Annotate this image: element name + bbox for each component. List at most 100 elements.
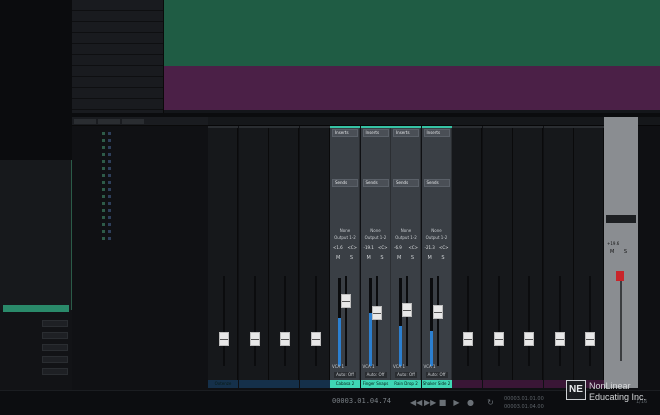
- track-enable-icon[interactable]: [108, 209, 111, 212]
- track-visible-icon[interactable]: [102, 237, 105, 240]
- channel-name[interactable]: Shaker Side 2: [421, 380, 452, 388]
- track-list-item[interactable]: [72, 221, 208, 228]
- output-select[interactable]: Output 1-2: [332, 235, 358, 241]
- track-header[interactable]: [72, 22, 163, 33]
- inserts-button[interactable]: Inserts: [423, 129, 450, 137]
- fader-track[interactable]: [284, 276, 286, 366]
- sends-button[interactable]: Sends: [423, 179, 450, 187]
- track-visible-icon[interactable]: [102, 223, 105, 226]
- mute-solo-buttons[interactable]: M S: [336, 255, 357, 261]
- track-list-item[interactable]: [72, 130, 208, 137]
- track-visible-icon[interactable]: [102, 139, 105, 142]
- track-list-item[interactable]: [72, 137, 208, 144]
- channel-name[interactable]: [513, 380, 543, 388]
- fader-track[interactable]: [497, 276, 500, 366]
- event-lane-purple[interactable]: [164, 66, 660, 110]
- track-list-item[interactable]: [72, 165, 208, 172]
- track-list-item[interactable]: [72, 228, 208, 235]
- track-enable-icon[interactable]: [108, 160, 111, 163]
- channel-name[interactable]: Cabasa 2: [330, 380, 360, 388]
- track-list-item[interactable]: [72, 151, 208, 158]
- volume-fader[interactable]: [280, 332, 290, 346]
- inspector-row[interactable]: [2, 332, 70, 340]
- channel-name[interactable]: Oxtenze: [208, 380, 238, 388]
- volume-fader[interactable]: [249, 332, 260, 346]
- fader-track[interactable]: [436, 276, 439, 366]
- output-select[interactable]: Output 1-2: [393, 235, 419, 241]
- channel-name[interactable]: [299, 380, 330, 388]
- track-header[interactable]: [72, 77, 163, 88]
- automation-mode[interactable]: Auto: Off: [334, 372, 356, 378]
- track-visible-icon[interactable]: [102, 146, 105, 149]
- ffwd-icon[interactable]: ▶▶: [424, 398, 436, 407]
- record-icon[interactable]: ●: [466, 398, 475, 407]
- track-enable-icon[interactable]: [108, 230, 111, 233]
- master-fader-track[interactable]: [620, 281, 622, 361]
- channel-name[interactable]: [269, 380, 299, 388]
- volume-fader[interactable]: [219, 332, 229, 346]
- track-list-item[interactable]: [72, 172, 208, 179]
- loop-end-time[interactable]: 00003.01.04.00: [504, 404, 544, 410]
- pan-control[interactable]: -21.3 <C>: [424, 245, 450, 251]
- track-visible-icon[interactable]: [102, 181, 105, 184]
- loop-start-time[interactable]: 00003.01.01.00: [504, 396, 544, 402]
- track-enable-icon[interactable]: [108, 237, 111, 240]
- track-visible-icon[interactable]: [102, 230, 105, 233]
- channel-name[interactable]: [452, 380, 482, 388]
- track-header[interactable]: [72, 66, 163, 77]
- track-visible-icon[interactable]: [102, 167, 105, 170]
- output-select[interactable]: Output 1-2: [424, 235, 450, 241]
- volume-fader[interactable]: [310, 332, 321, 346]
- track-visible-icon[interactable]: [102, 174, 105, 177]
- track-enable-icon[interactable]: [108, 223, 111, 226]
- track-list-item[interactable]: [72, 158, 208, 165]
- inserts-button[interactable]: Inserts: [393, 129, 419, 137]
- automation-mode[interactable]: Auto: Off: [425, 372, 448, 378]
- track-list-item[interactable]: [72, 235, 208, 242]
- track-enable-icon[interactable]: [108, 202, 111, 205]
- channel-name[interactable]: Finger Snaps: [360, 380, 391, 388]
- track-enable-icon[interactable]: [108, 174, 111, 177]
- track-header[interactable]: [72, 44, 163, 55]
- transport-time-display[interactable]: 00003.01.04.74: [332, 397, 391, 405]
- track-enable-icon[interactable]: [108, 146, 111, 149]
- inspector-row[interactable]: [2, 368, 70, 376]
- track-visible-icon[interactable]: [102, 132, 105, 135]
- master-mute-solo[interactable]: M S: [610, 249, 631, 255]
- track-header[interactable]: [72, 0, 163, 11]
- track-header[interactable]: [72, 33, 163, 44]
- track-list-tab[interactable]: [122, 119, 144, 124]
- track-list-item[interactable]: [72, 207, 208, 214]
- track-enable-icon[interactable]: [108, 216, 111, 219]
- channel-name[interactable]: [482, 380, 513, 388]
- track-enable-icon[interactable]: [108, 153, 111, 156]
- input-select[interactable]: None: [363, 228, 389, 234]
- track-header[interactable]: [72, 55, 163, 66]
- volume-fader[interactable]: [524, 332, 534, 346]
- volume-fader[interactable]: [341, 294, 351, 308]
- fader-track[interactable]: [223, 276, 225, 366]
- stop-icon[interactable]: ■: [438, 398, 447, 407]
- fader-track[interactable]: [345, 276, 347, 366]
- track-list-item[interactable]: [72, 193, 208, 200]
- pan-control[interactable]: -6.9 <C>: [393, 245, 419, 251]
- mute-solo-buttons[interactable]: M S: [397, 255, 418, 261]
- track-enable-icon[interactable]: [108, 188, 111, 191]
- inspector-row[interactable]: [2, 344, 70, 352]
- sends-button[interactable]: Sends: [332, 179, 358, 187]
- track-enable-icon[interactable]: [108, 181, 111, 184]
- fader-track[interactable]: [558, 276, 561, 366]
- input-select[interactable]: None: [332, 228, 358, 234]
- fader-track[interactable]: [253, 276, 256, 366]
- volume-fader[interactable]: [463, 332, 473, 346]
- track-enable-icon[interactable]: [108, 132, 111, 135]
- fader-track[interactable]: [314, 276, 317, 366]
- channel-name[interactable]: [238, 380, 269, 388]
- track-list-tab[interactable]: [98, 119, 120, 124]
- track-visible-icon[interactable]: [102, 202, 105, 205]
- input-select[interactable]: None: [424, 228, 450, 234]
- track-list-item[interactable]: [72, 214, 208, 221]
- mute-solo-buttons[interactable]: M S: [428, 255, 449, 261]
- fader-track[interactable]: [406, 276, 408, 366]
- track-visible-icon[interactable]: [102, 188, 105, 191]
